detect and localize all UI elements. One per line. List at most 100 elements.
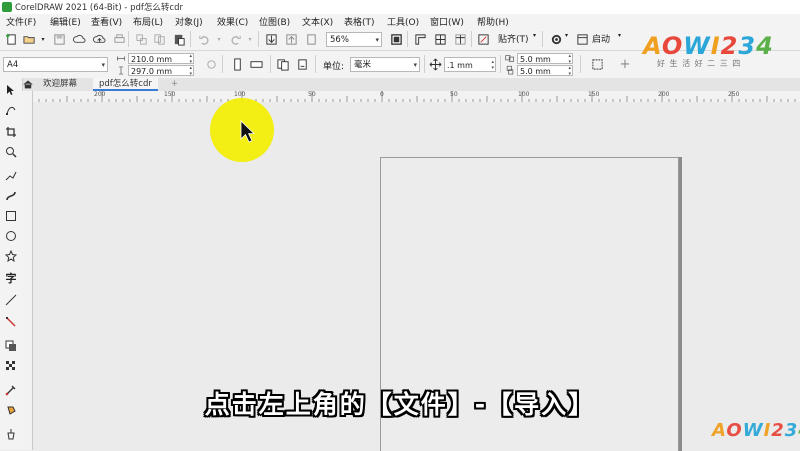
duplicate-x-icon — [505, 53, 515, 63]
tab-document[interactable]: pdf怎么转cdr — [93, 78, 158, 91]
toolbar-separator — [580, 55, 581, 73]
polygon-tool-icon[interactable] — [4, 249, 18, 263]
smart-fill-tool-icon[interactable] — [4, 427, 18, 441]
chevron-down-icon[interactable]: ▾ — [533, 32, 536, 39]
snap-to-label[interactable]: 贴齐(T) — [498, 32, 529, 45]
menu-bitmaps[interactable]: 位图(B) — [259, 15, 290, 28]
ruler-label: 250 — [728, 91, 740, 98]
spinner-arrows-icon[interactable]: ▴ ▾ — [568, 65, 571, 77]
page-width-value: 210.0 mm — [131, 55, 173, 64]
ruler-label: 150 — [588, 91, 600, 98]
rectangle-tool-icon[interactable] — [4, 209, 18, 223]
chevron-down-icon[interactable]: ▾ — [565, 32, 568, 39]
title-bar: CorelDRAW 2021 (64-Bit) - pdf怎么转cdr — [0, 0, 800, 15]
menu-text[interactable]: 文本(X) — [302, 15, 333, 28]
nudge-icon — [428, 57, 442, 71]
ellipse-tool-icon[interactable] — [4, 229, 18, 243]
export-icon[interactable] — [284, 32, 298, 46]
zoom-level-combo[interactable]: 56% ▾ — [326, 32, 382, 47]
cloud-upload-icon[interactable] — [92, 32, 106, 46]
home-icon[interactable] — [23, 78, 33, 90]
connector-tool-icon[interactable] — [4, 315, 18, 329]
chevron-down-icon[interactable]: ▾ — [212, 32, 226, 46]
ruler-label: 0 — [380, 91, 384, 98]
menu-help[interactable]: 帮助(H) — [477, 15, 509, 28]
toolbar-separator — [407, 31, 408, 47]
add-icon[interactable]: + — [618, 57, 632, 72]
chevron-down-icon: ▾ — [413, 61, 417, 69]
transparency-tool-icon[interactable] — [4, 359, 18, 373]
freehand-tool-icon[interactable] — [4, 169, 18, 183]
treat-as-filled-icon[interactable] — [590, 57, 604, 71]
menu-window[interactable]: 窗口(W) — [430, 15, 464, 28]
menu-layout[interactable]: 布局(L) — [133, 15, 163, 28]
lock-ratio-icon[interactable] — [204, 57, 218, 71]
spinner-arrows-icon[interactable]: ▴ ▾ — [568, 53, 571, 65]
parallel-dimension-tool-icon[interactable] — [4, 293, 18, 307]
menu-effects[interactable]: 效果(C) — [217, 15, 248, 28]
launcher-icon[interactable] — [575, 32, 589, 46]
print-icon[interactable] — [112, 32, 126, 46]
drop-shadow-tool-icon[interactable] — [4, 339, 18, 353]
redo-icon[interactable] — [228, 32, 242, 46]
menu-view[interactable]: 查看(V) — [91, 15, 122, 28]
duplicate-y-input[interactable]: 5.0 mm ▴ ▾ — [517, 65, 573, 77]
launch-label[interactable]: 启动 — [592, 32, 610, 45]
page-height-input[interactable]: 297.0 mm ▴ ▾ — [128, 65, 194, 77]
show-guidelines-icon[interactable] — [453, 32, 467, 46]
open-folder-icon[interactable] — [22, 32, 36, 46]
menu-table[interactable]: 表格(T) — [344, 15, 375, 28]
ruler-label: 200 — [94, 91, 106, 98]
unit-label: 单位: — [323, 62, 345, 72]
all-pages-icon[interactable] — [276, 57, 290, 71]
menu-tools[interactable]: 工具(O) — [387, 15, 419, 28]
units-combo[interactable]: 毫米 ▾ — [350, 57, 420, 72]
ruler-label: 100 — [518, 91, 530, 98]
zoom-tool-icon[interactable] — [4, 145, 18, 159]
menu-edit[interactable]: 编辑(E) — [50, 15, 81, 28]
text-tool-icon[interactable]: 字 — [4, 271, 18, 285]
coreldraw-app-icon — [2, 2, 12, 12]
cut-icon[interactable] — [134, 32, 148, 46]
menu-file[interactable]: 文件(F) — [6, 15, 36, 28]
chevron-down-icon[interactable]: ▾ — [36, 32, 50, 46]
units-value: 毫米 — [354, 60, 372, 70]
menu-object[interactable]: 对象(J) — [175, 15, 203, 28]
show-grid-icon[interactable] — [433, 32, 447, 46]
paste-icon[interactable] — [172, 32, 186, 46]
spinner-arrows-icon[interactable]: ▴ ▾ — [189, 65, 192, 77]
shape-tool-icon[interactable] — [4, 103, 18, 117]
ruler-label: 50 — [308, 91, 316, 98]
new-tab-button[interactable]: + — [165, 78, 184, 91]
tab-welcome-screen[interactable]: 欢迎屏幕 — [37, 78, 83, 91]
zoom-level-value: 56% — [330, 35, 349, 45]
copy-icon[interactable] — [152, 32, 166, 46]
portrait-icon[interactable] — [230, 57, 244, 71]
toolbar-separator — [424, 55, 425, 73]
height-icon — [116, 65, 126, 75]
page-size-combo[interactable]: A4 ▾ — [3, 57, 108, 72]
spinner-arrows-icon[interactable]: ▴ ▾ — [189, 53, 192, 65]
pick-tool-icon[interactable] — [4, 83, 18, 97]
import-icon[interactable] — [264, 32, 278, 46]
page-width-input[interactable]: 210.0 mm ▴ ▾ — [128, 53, 194, 65]
snap-icon[interactable] — [476, 32, 490, 46]
toolbar-separator — [471, 31, 472, 47]
chevron-down-icon[interactable]: ▾ — [618, 32, 621, 39]
spinner-arrows-icon[interactable]: ▴ ▾ — [491, 59, 494, 71]
artistic-media-tool-icon[interactable] — [4, 189, 18, 203]
landscape-icon[interactable] — [249, 57, 263, 71]
undo-icon[interactable] — [197, 32, 211, 46]
new-document-icon[interactable] — [4, 32, 18, 46]
gear-icon[interactable] — [549, 32, 563, 46]
cloud-open-icon[interactable] — [72, 32, 86, 46]
nudge-distance-input[interactable]: .1 mm ▴ ▾ — [444, 57, 496, 72]
full-screen-icon[interactable] — [389, 32, 403, 46]
chevron-down-icon[interactable]: ▾ — [243, 32, 257, 46]
show-rulers-icon[interactable] — [413, 32, 427, 46]
crop-tool-icon[interactable] — [4, 125, 18, 139]
current-page-icon[interactable] — [295, 57, 309, 71]
duplicate-x-input[interactable]: 5.0 mm ▴ ▾ — [517, 53, 573, 65]
publish-pdf-icon[interactable] — [304, 32, 318, 46]
save-icon[interactable] — [52, 32, 66, 46]
